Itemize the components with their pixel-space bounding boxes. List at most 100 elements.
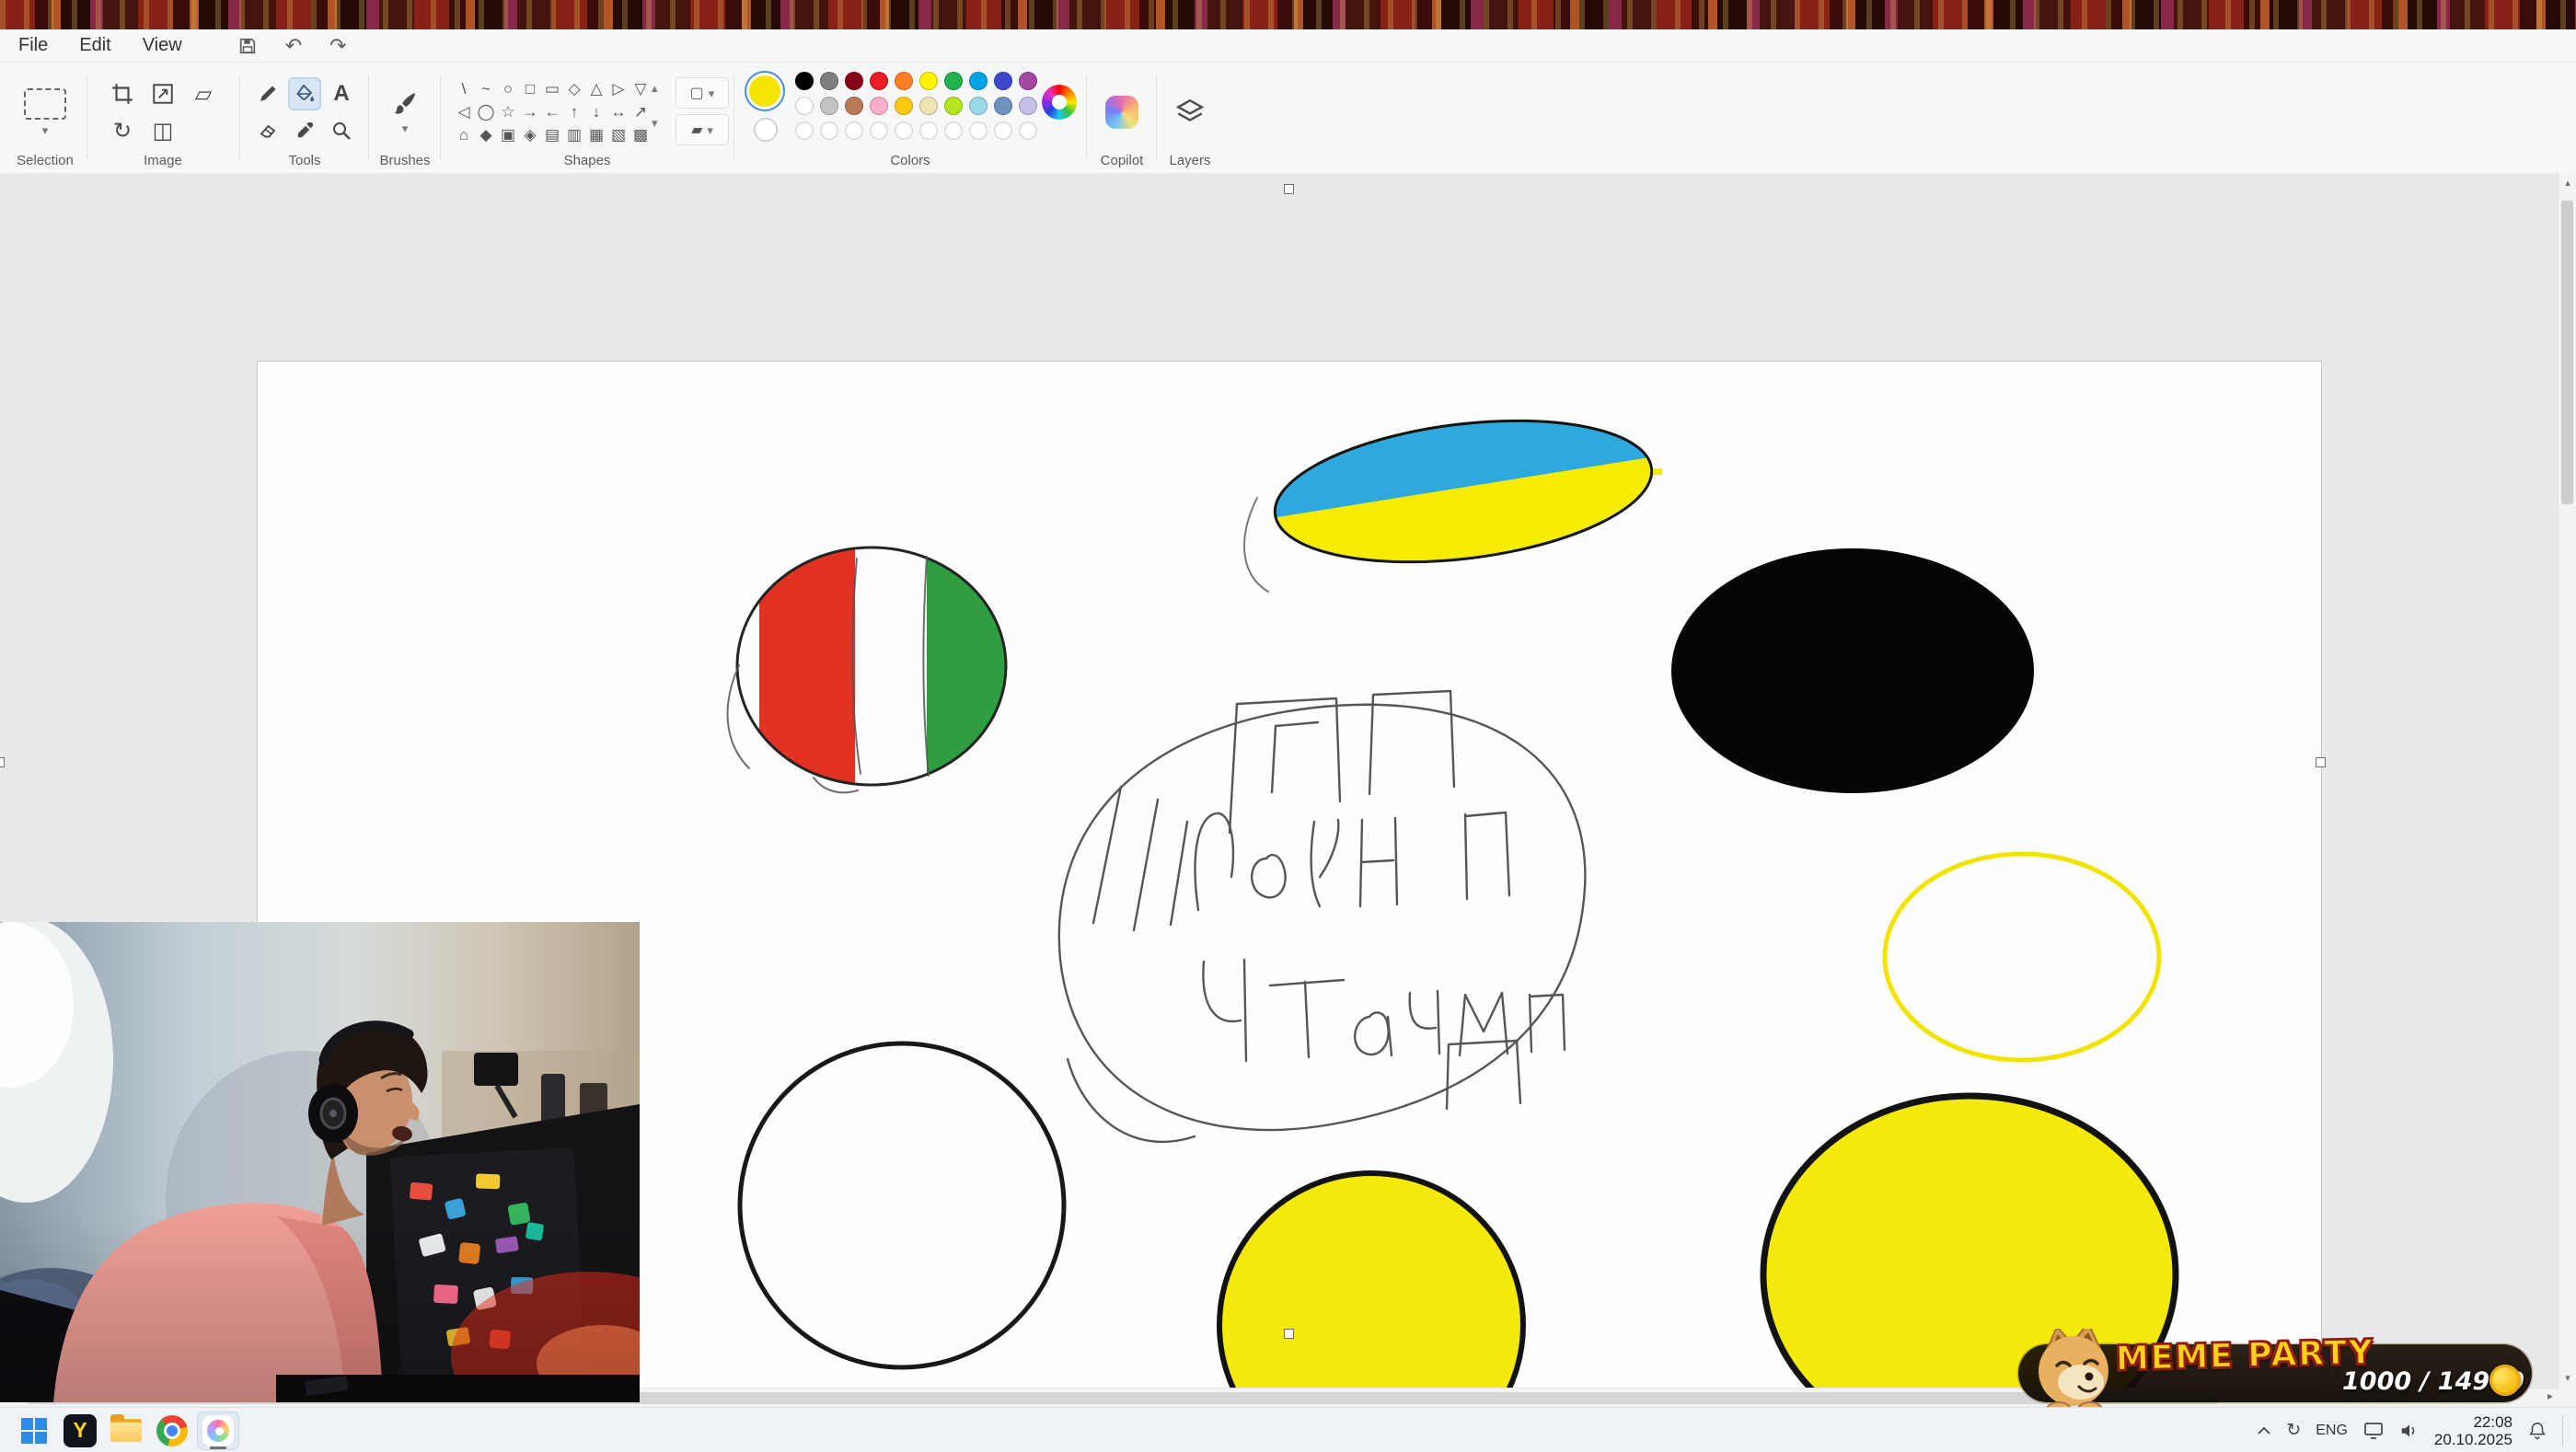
shape-cell-1-7[interactable]: ↔ <box>607 101 630 124</box>
color-swatch[interactable] <box>870 72 888 90</box>
shape-cell-2-0[interactable]: ⌂ <box>453 124 475 147</box>
shape-cell-1-2[interactable]: ☆ <box>497 101 519 124</box>
color-swatch[interactable] <box>994 72 1012 90</box>
color-swatch[interactable] <box>919 72 938 90</box>
shape-fill-dropdown[interactable]: ▰ ▾ <box>676 114 729 145</box>
shape-cell-0-2[interactable]: ○ <box>497 78 519 101</box>
shapes-scroll-down-icon[interactable]: ▾ <box>652 116 658 131</box>
shape-cell-1-5[interactable]: ↑ <box>563 101 585 124</box>
vertical-scrollbar[interactable]: ▴ ▾ <box>2558 173 2576 1388</box>
shape-cell-0-8[interactable]: ▽ <box>630 78 652 101</box>
tray-chevron-up-icon[interactable] <box>2257 1425 2271 1436</box>
start-button[interactable] <box>13 1412 55 1450</box>
shape-cell-0-1[interactable]: ~ <box>475 78 497 101</box>
canvas-resize-handle-bottom[interactable] <box>1284 1329 1294 1339</box>
shape-cell-1-6[interactable]: ↓ <box>585 101 607 124</box>
color-swatch[interactable] <box>944 97 963 115</box>
shape-cell-2-5[interactable]: ▥ <box>563 124 585 147</box>
menu-view[interactable]: View <box>143 35 182 56</box>
color-slot-empty[interactable] <box>919 121 938 140</box>
sync-icon[interactable]: ↻ <box>2286 1422 2301 1439</box>
menu-edit[interactable]: Edit <box>79 35 110 56</box>
undo-icon[interactable]: ↶ <box>285 36 302 56</box>
shape-cell-2-4[interactable]: ▤ <box>541 124 563 147</box>
chevron-down-icon[interactable]: ▾ <box>402 122 409 134</box>
redo-icon[interactable]: ↷ <box>329 36 346 56</box>
color-slot-empty[interactable] <box>845 121 863 140</box>
taskbar-app-y[interactable]: Y <box>59 1412 101 1450</box>
chevron-down-icon[interactable]: ▾ <box>42 124 49 136</box>
color-swatch[interactable] <box>1019 72 1037 90</box>
color-slot-empty[interactable] <box>795 121 814 140</box>
taskbar-file-explorer[interactable] <box>105 1412 147 1450</box>
rotate-icon[interactable]: ↻ <box>113 118 132 144</box>
shapes-scroll-up-icon[interactable]: ▴ <box>652 81 658 96</box>
shape-cell-2-8[interactable]: ▩ <box>630 124 652 147</box>
display-cast-icon[interactable] <box>2362 1421 2385 1441</box>
notifications-bell-icon[interactable] <box>2527 1421 2547 1441</box>
color-swatch[interactable] <box>969 97 988 115</box>
color-swatch[interactable] <box>870 97 888 115</box>
edit-colors-wheel-icon[interactable] <box>1042 85 1077 120</box>
save-icon[interactable] <box>237 36 258 56</box>
canvas-resize-handle-right[interactable] <box>2316 757 2326 767</box>
color-swatch[interactable] <box>820 72 838 90</box>
magnifier-tool-icon[interactable] <box>325 114 358 147</box>
taskbar-chrome[interactable] <box>151 1412 193 1450</box>
scroll-up-icon[interactable]: ▴ <box>2559 177 2576 189</box>
scroll-down-icon[interactable]: ▾ <box>2559 1372 2576 1384</box>
eyedropper-tool-icon[interactable] <box>288 114 321 147</box>
color-swatch[interactable] <box>795 97 814 115</box>
layers-icon[interactable] <box>1174 98 1206 127</box>
color-slot-empty[interactable] <box>944 121 963 140</box>
skew-icon[interactable]: ▱ <box>195 81 212 108</box>
color-swatch[interactable] <box>895 72 913 90</box>
shape-cell-0-6[interactable]: △ <box>585 78 607 101</box>
shape-cell-1-0[interactable]: ◁ <box>453 101 475 124</box>
taskbar-paint-active[interactable] <box>197 1412 239 1450</box>
shape-cell-2-2[interactable]: ▣ <box>497 124 519 147</box>
color-slot-empty[interactable] <box>1019 121 1037 140</box>
color-swatch[interactable] <box>969 72 988 90</box>
resize-icon[interactable] <box>151 82 175 106</box>
shape-cell-2-6[interactable]: ▦ <box>585 124 607 147</box>
copilot-icon[interactable] <box>1105 96 1138 129</box>
color-swatch[interactable] <box>795 72 814 90</box>
color1-swatch[interactable] <box>749 75 780 107</box>
show-desktop-strip[interactable] <box>2562 1415 2567 1446</box>
eraser-tool-icon[interactable] <box>251 114 284 147</box>
color-slot-empty[interactable] <box>870 121 888 140</box>
shape-cell-0-5[interactable]: ◇ <box>563 78 585 101</box>
shape-cell-2-7[interactable]: ▧ <box>607 124 630 147</box>
crop-icon[interactable] <box>110 82 134 106</box>
shape-cell-1-8[interactable]: ↗ <box>630 101 652 124</box>
color-swatch[interactable] <box>820 97 838 115</box>
color-swatch[interactable] <box>1019 97 1037 115</box>
shape-cell-0-7[interactable]: ▷ <box>607 78 630 101</box>
scroll-right-icon[interactable]: ▸ <box>2547 1389 2553 1402</box>
color-swatch[interactable] <box>895 97 913 115</box>
color-slot-empty[interactable] <box>895 121 913 140</box>
clock[interactable]: 22:08 20.10.2025 <box>2434 1413 2512 1448</box>
flip-icon[interactable]: ◫ <box>153 118 174 144</box>
color-slot-empty[interactable] <box>969 121 988 140</box>
color-swatch[interactable] <box>845 72 863 90</box>
vertical-scroll-thumb[interactable] <box>2561 201 2573 504</box>
brush-icon[interactable] <box>391 90 419 118</box>
shape-cell-2-3[interactable]: ◈ <box>519 124 541 147</box>
fill-bucket-tool-icon[interactable] <box>288 77 321 110</box>
shape-cell-0-0[interactable]: \ <box>453 78 475 101</box>
shape-outline-dropdown[interactable]: ▢ ▾ <box>676 77 729 109</box>
menu-file[interactable]: File <box>18 35 48 56</box>
language-indicator[interactable]: ENG <box>2316 1423 2348 1439</box>
color-swatch[interactable] <box>919 97 938 115</box>
text-tool-icon[interactable]: A <box>325 77 358 110</box>
pencil-tool-icon[interactable] <box>251 77 284 110</box>
shape-cell-0-4[interactable]: ▭ <box>541 78 563 101</box>
shape-cell-1-4[interactable]: ← <box>541 101 563 124</box>
shape-cell-0-3[interactable]: □ <box>519 78 541 101</box>
canvas-resize-handle-top[interactable] <box>1284 184 1294 194</box>
selection-tool-icon[interactable] <box>24 88 66 120</box>
color-swatch[interactable] <box>944 72 963 90</box>
volume-icon[interactable] <box>2399 1422 2420 1440</box>
